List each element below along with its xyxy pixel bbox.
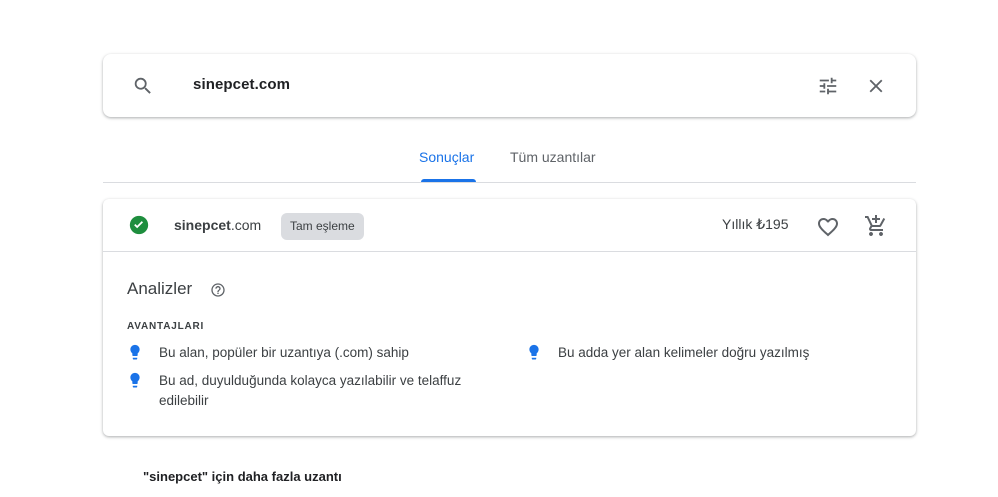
lightbulb-icon [130, 344, 140, 360]
close-icon[interactable] [865, 75, 887, 97]
check-circle-icon [129, 215, 149, 235]
domain-name[interactable]: sinepcet.com [174, 217, 261, 233]
add-cart-icon[interactable] [864, 214, 888, 238]
results-tabs: Sonuçlar Tüm uzantılar [103, 140, 916, 183]
advantage-item: Bu ad, duyulduğunda kolayca yazılabilir … [159, 373, 462, 408]
insights-title: Analizler [127, 279, 193, 298]
advantages-label: AVANTAJLARI [127, 321, 205, 332]
result-header: sinepcet.com Tam eşleme Yıllık ₺195 [103, 199, 916, 252]
search-bar: sinepcet.com [103, 54, 916, 117]
search-input[interactable]: sinepcet.com [193, 76, 290, 93]
active-tab-indicator [421, 179, 476, 182]
heart-icon[interactable] [816, 215, 840, 239]
advantage-item: Bu adda yer alan kelimeler doğru yazılmı… [558, 345, 810, 360]
domain-label: sinepcet [174, 217, 231, 233]
tab-results[interactable]: Sonuçlar [419, 149, 474, 165]
advantage-item: Bu alan, popüler bir uzantıya (.com) sah… [159, 345, 409, 360]
lightbulb-icon [130, 372, 140, 388]
search-icon[interactable] [132, 75, 154, 97]
lightbulb-icon [529, 344, 539, 360]
more-extensions-title: "sinepcet" için daha fazla uzantı [143, 469, 342, 484]
price: Yıllık ₺195 [722, 216, 789, 232]
help-icon[interactable] [210, 282, 226, 298]
domain-result-card: sinepcet.com Tam eşleme Yıllık ₺195 Anal… [103, 199, 916, 436]
exact-match-badge: Tam eşleme [281, 213, 364, 240]
domain-tld: .com [230, 217, 262, 233]
filter-icon[interactable] [817, 75, 839, 97]
tab-all-extensions[interactable]: Tüm uzantılar [510, 149, 596, 165]
